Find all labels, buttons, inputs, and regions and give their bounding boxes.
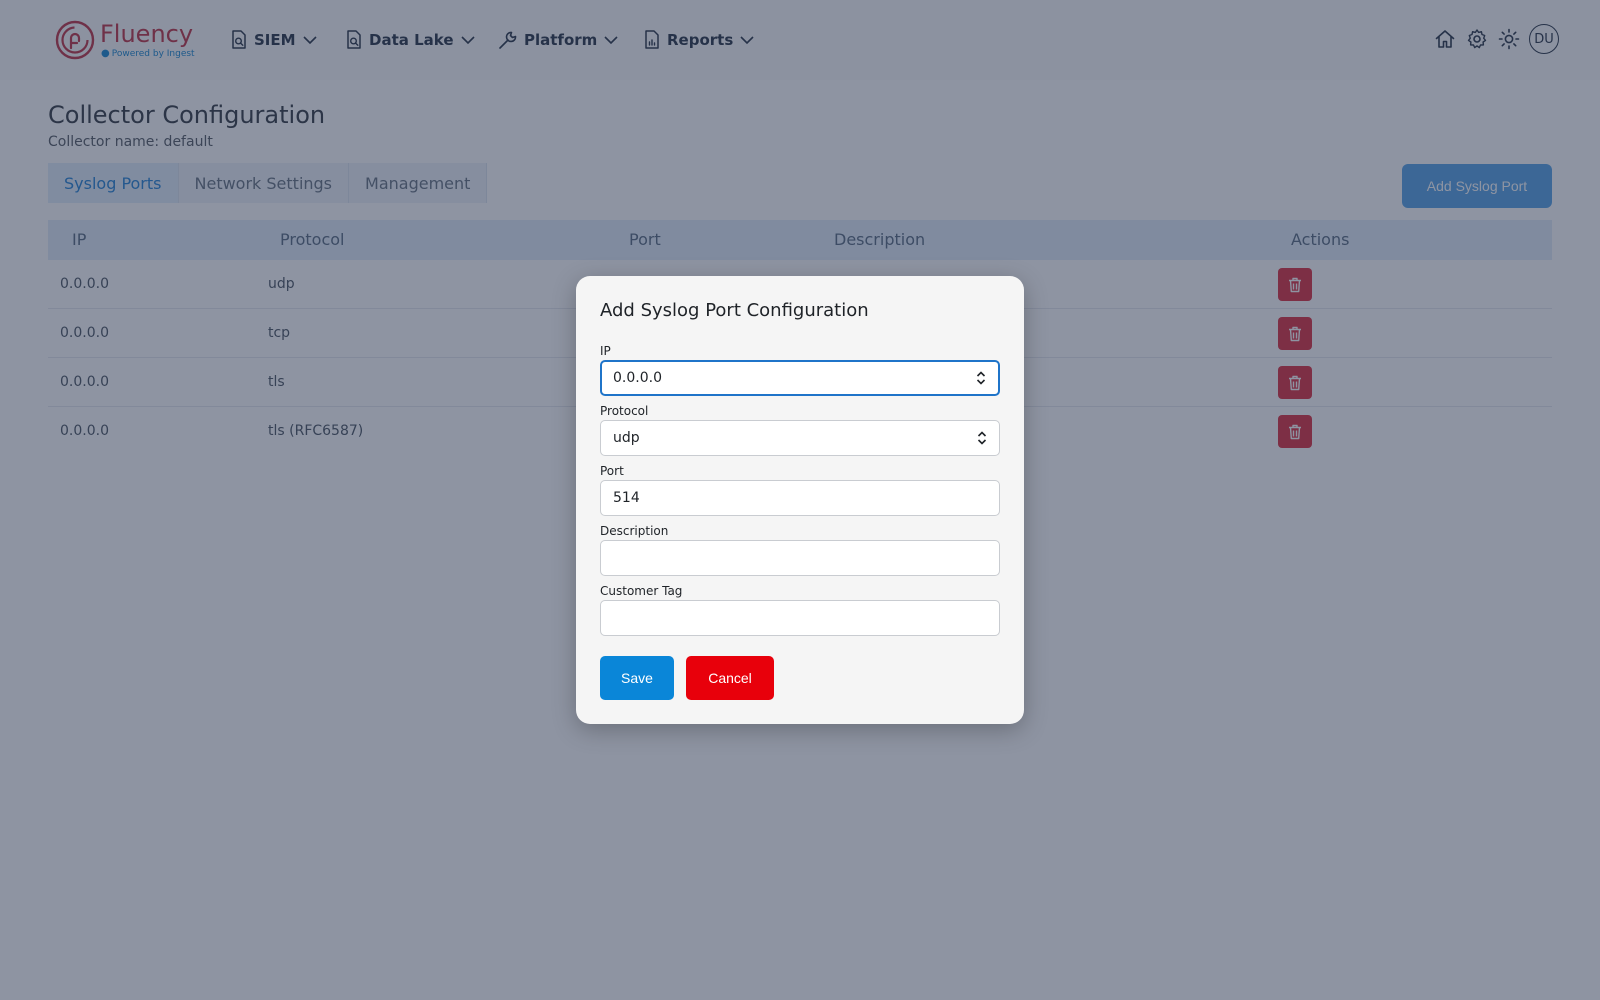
customer-tag-input[interactable] (600, 600, 1000, 636)
description-input[interactable] (600, 540, 1000, 576)
ip-label: IP (600, 344, 611, 358)
add-syslog-port-modal: Add Syslog Port Configuration IP 0.0.0.0… (576, 276, 1024, 724)
ip-select-value: 0.0.0.0 (613, 370, 662, 386)
port-input-value: 514 (613, 490, 640, 506)
port-input[interactable]: 514 (600, 480, 1000, 516)
modal-title: Add Syslog Port Configuration (600, 300, 869, 321)
ip-select[interactable]: 0.0.0.0 (600, 360, 1000, 396)
description-label: Description (600, 524, 669, 538)
customer-tag-label: Customer Tag (600, 584, 683, 598)
protocol-select-value: udp (613, 430, 640, 446)
save-button[interactable]: Save (600, 656, 674, 700)
cancel-button[interactable]: Cancel (686, 656, 774, 700)
protocol-select[interactable]: udp (600, 420, 1000, 456)
select-arrows-icon (976, 371, 986, 385)
select-arrows-icon (977, 431, 987, 445)
protocol-label: Protocol (600, 404, 649, 418)
port-label: Port (600, 464, 624, 478)
